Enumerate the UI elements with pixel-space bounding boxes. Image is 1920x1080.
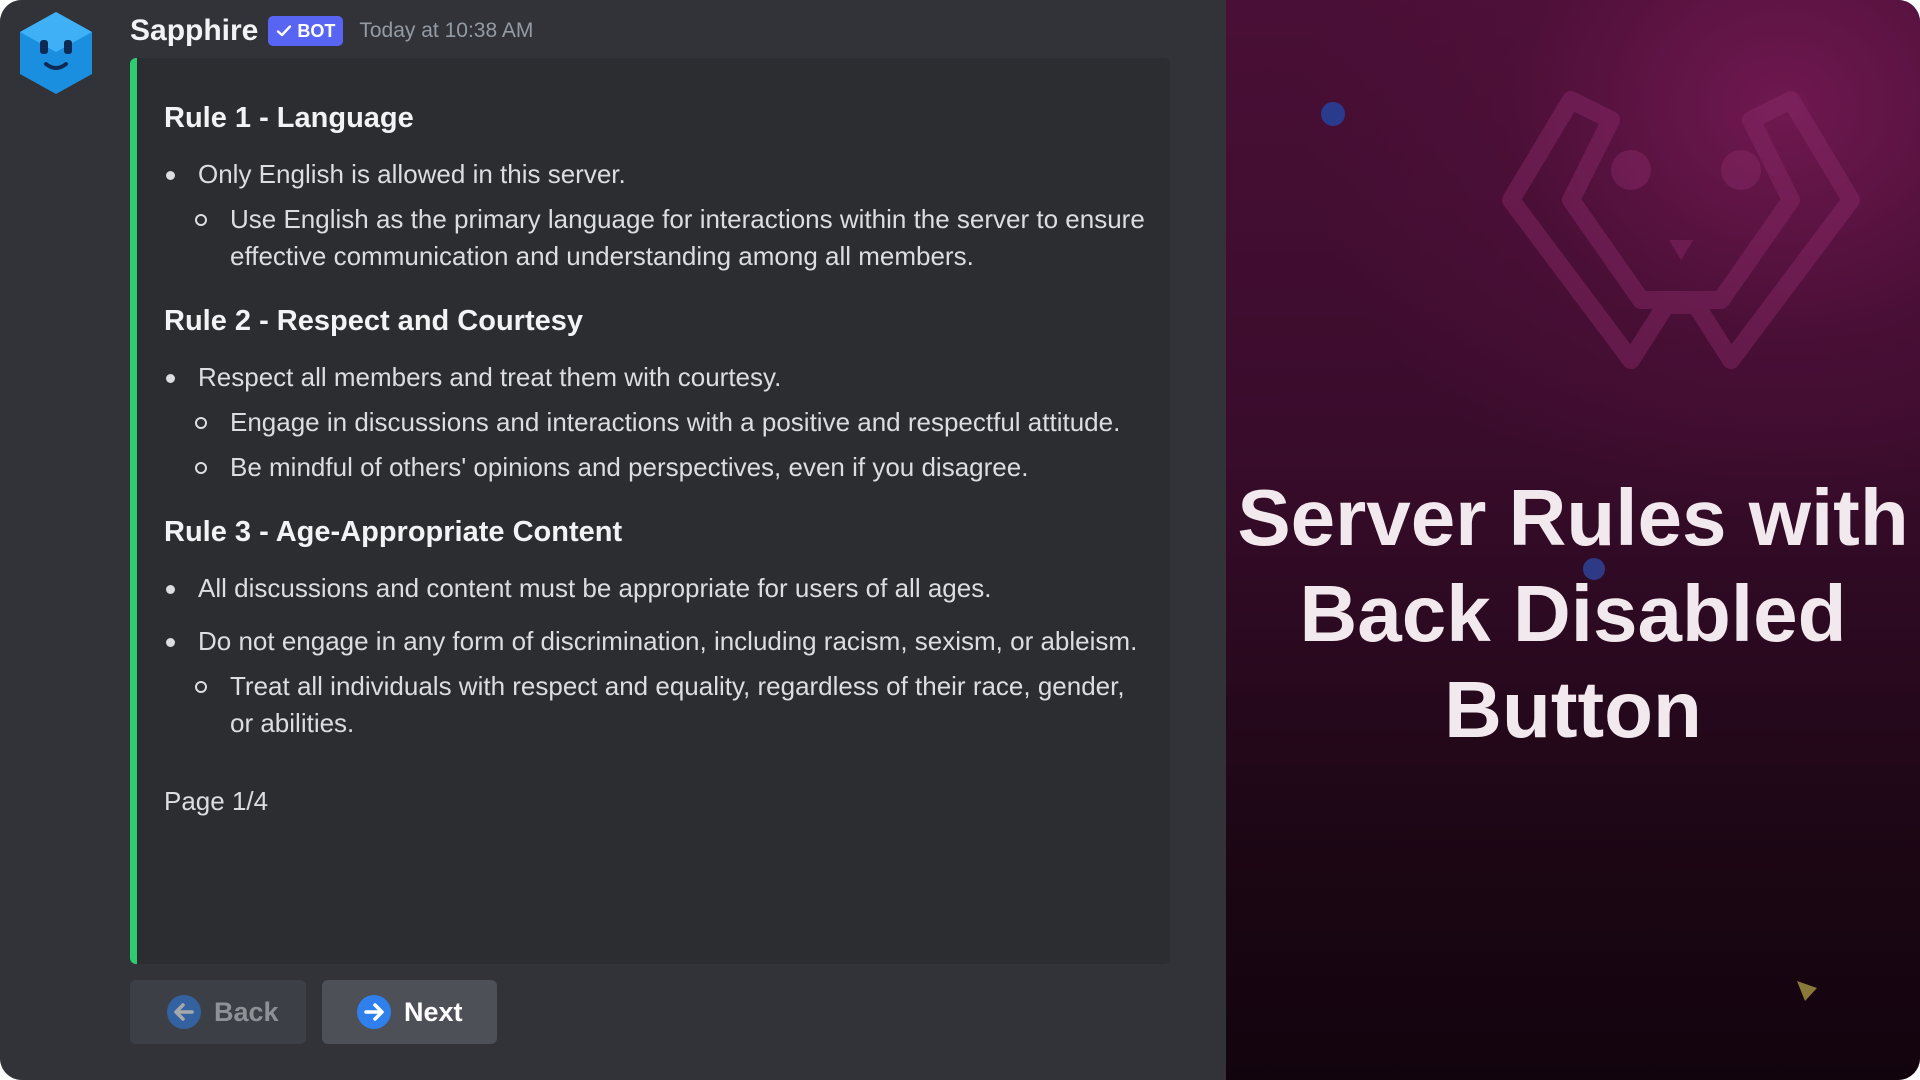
verified-check-icon bbox=[277, 25, 292, 37]
message-header: Sapphire BOT Today at 10:38 AM bbox=[130, 10, 533, 52]
promo-title-line-2: Back Disabled bbox=[1299, 569, 1847, 658]
bot-badge: BOT bbox=[268, 16, 344, 46]
author-name[interactable]: Sapphire bbox=[130, 14, 258, 48]
rules-embed: Rule 1 - Language Only English is allowe… bbox=[130, 58, 1170, 964]
embed-body: Rule 1 - Language Only English is allowe… bbox=[164, 98, 1154, 817]
watermark-logo bbox=[1502, 91, 1860, 369]
back-button[interactable]: Back bbox=[130, 980, 306, 1044]
arrow-left-icon bbox=[167, 995, 201, 1029]
next-button[interactable]: Next bbox=[322, 980, 497, 1044]
message-timestamp: Today at 10:38 AM bbox=[359, 19, 534, 42]
page-indicator: Page 1/4 bbox=[164, 786, 269, 816]
rule-1-sub-bullet: Use English as the primary language for … bbox=[164, 201, 1154, 275]
rule-3-bullet-2: Do not engage in any form of discriminat… bbox=[164, 623, 1154, 660]
arrow-right-icon bbox=[357, 995, 391, 1029]
back-button-label: Back bbox=[214, 996, 279, 1027]
video-frame: Sapphire BOT Today at 10:38 AM Rule 1 - … bbox=[0, 0, 1920, 1080]
next-button-label: Next bbox=[404, 996, 463, 1027]
rule-3-title: Rule 3 - Age-Appropriate Content bbox=[164, 516, 623, 548]
rule-1-title: Rule 1 - Language bbox=[164, 102, 414, 134]
embed-accent-bar bbox=[130, 58, 137, 964]
cursor-pointer-icon bbox=[1797, 981, 1817, 1001]
promo-title-line-3: Button bbox=[1444, 665, 1702, 754]
chat-message-area: Sapphire BOT Today at 10:38 AM Rule 1 - … bbox=[0, 0, 1226, 1080]
rule-2-sub-bullet-2: Be mindful of others' opinions and persp… bbox=[164, 449, 1154, 486]
rule-3-list: All discussions and content must be appr… bbox=[164, 570, 1154, 742]
rule-3-sub-bullet: Treat all individuals with respect and e… bbox=[164, 668, 1154, 742]
rule-2-bullet: Respect all members and treat them with … bbox=[164, 359, 1154, 396]
title-card-panel: Server Rules with Back Disabled Button bbox=[1226, 0, 1920, 1080]
promo-title-line-1: Server Rules with bbox=[1237, 473, 1909, 562]
rule-3-bullet-1: All discussions and content must be appr… bbox=[164, 570, 1154, 607]
promo-title: Server Rules with Back Disabled Button bbox=[1226, 470, 1920, 758]
rule-2-list: Respect all members and treat them with … bbox=[164, 359, 1154, 486]
rule-1-list: Only English is allowed in this server. … bbox=[164, 156, 1154, 275]
decorative-dot bbox=[1321, 102, 1345, 126]
rule-2-sub-bullet-1: Engage in discussions and interactions w… bbox=[164, 404, 1154, 441]
rule-1-bullet: Only English is allowed in this server. bbox=[164, 156, 1154, 193]
rule-2-title: Rule 2 - Respect and Courtesy bbox=[164, 305, 583, 337]
bot-avatar[interactable] bbox=[16, 10, 96, 96]
bot-badge-label: BOT bbox=[297, 20, 336, 41]
